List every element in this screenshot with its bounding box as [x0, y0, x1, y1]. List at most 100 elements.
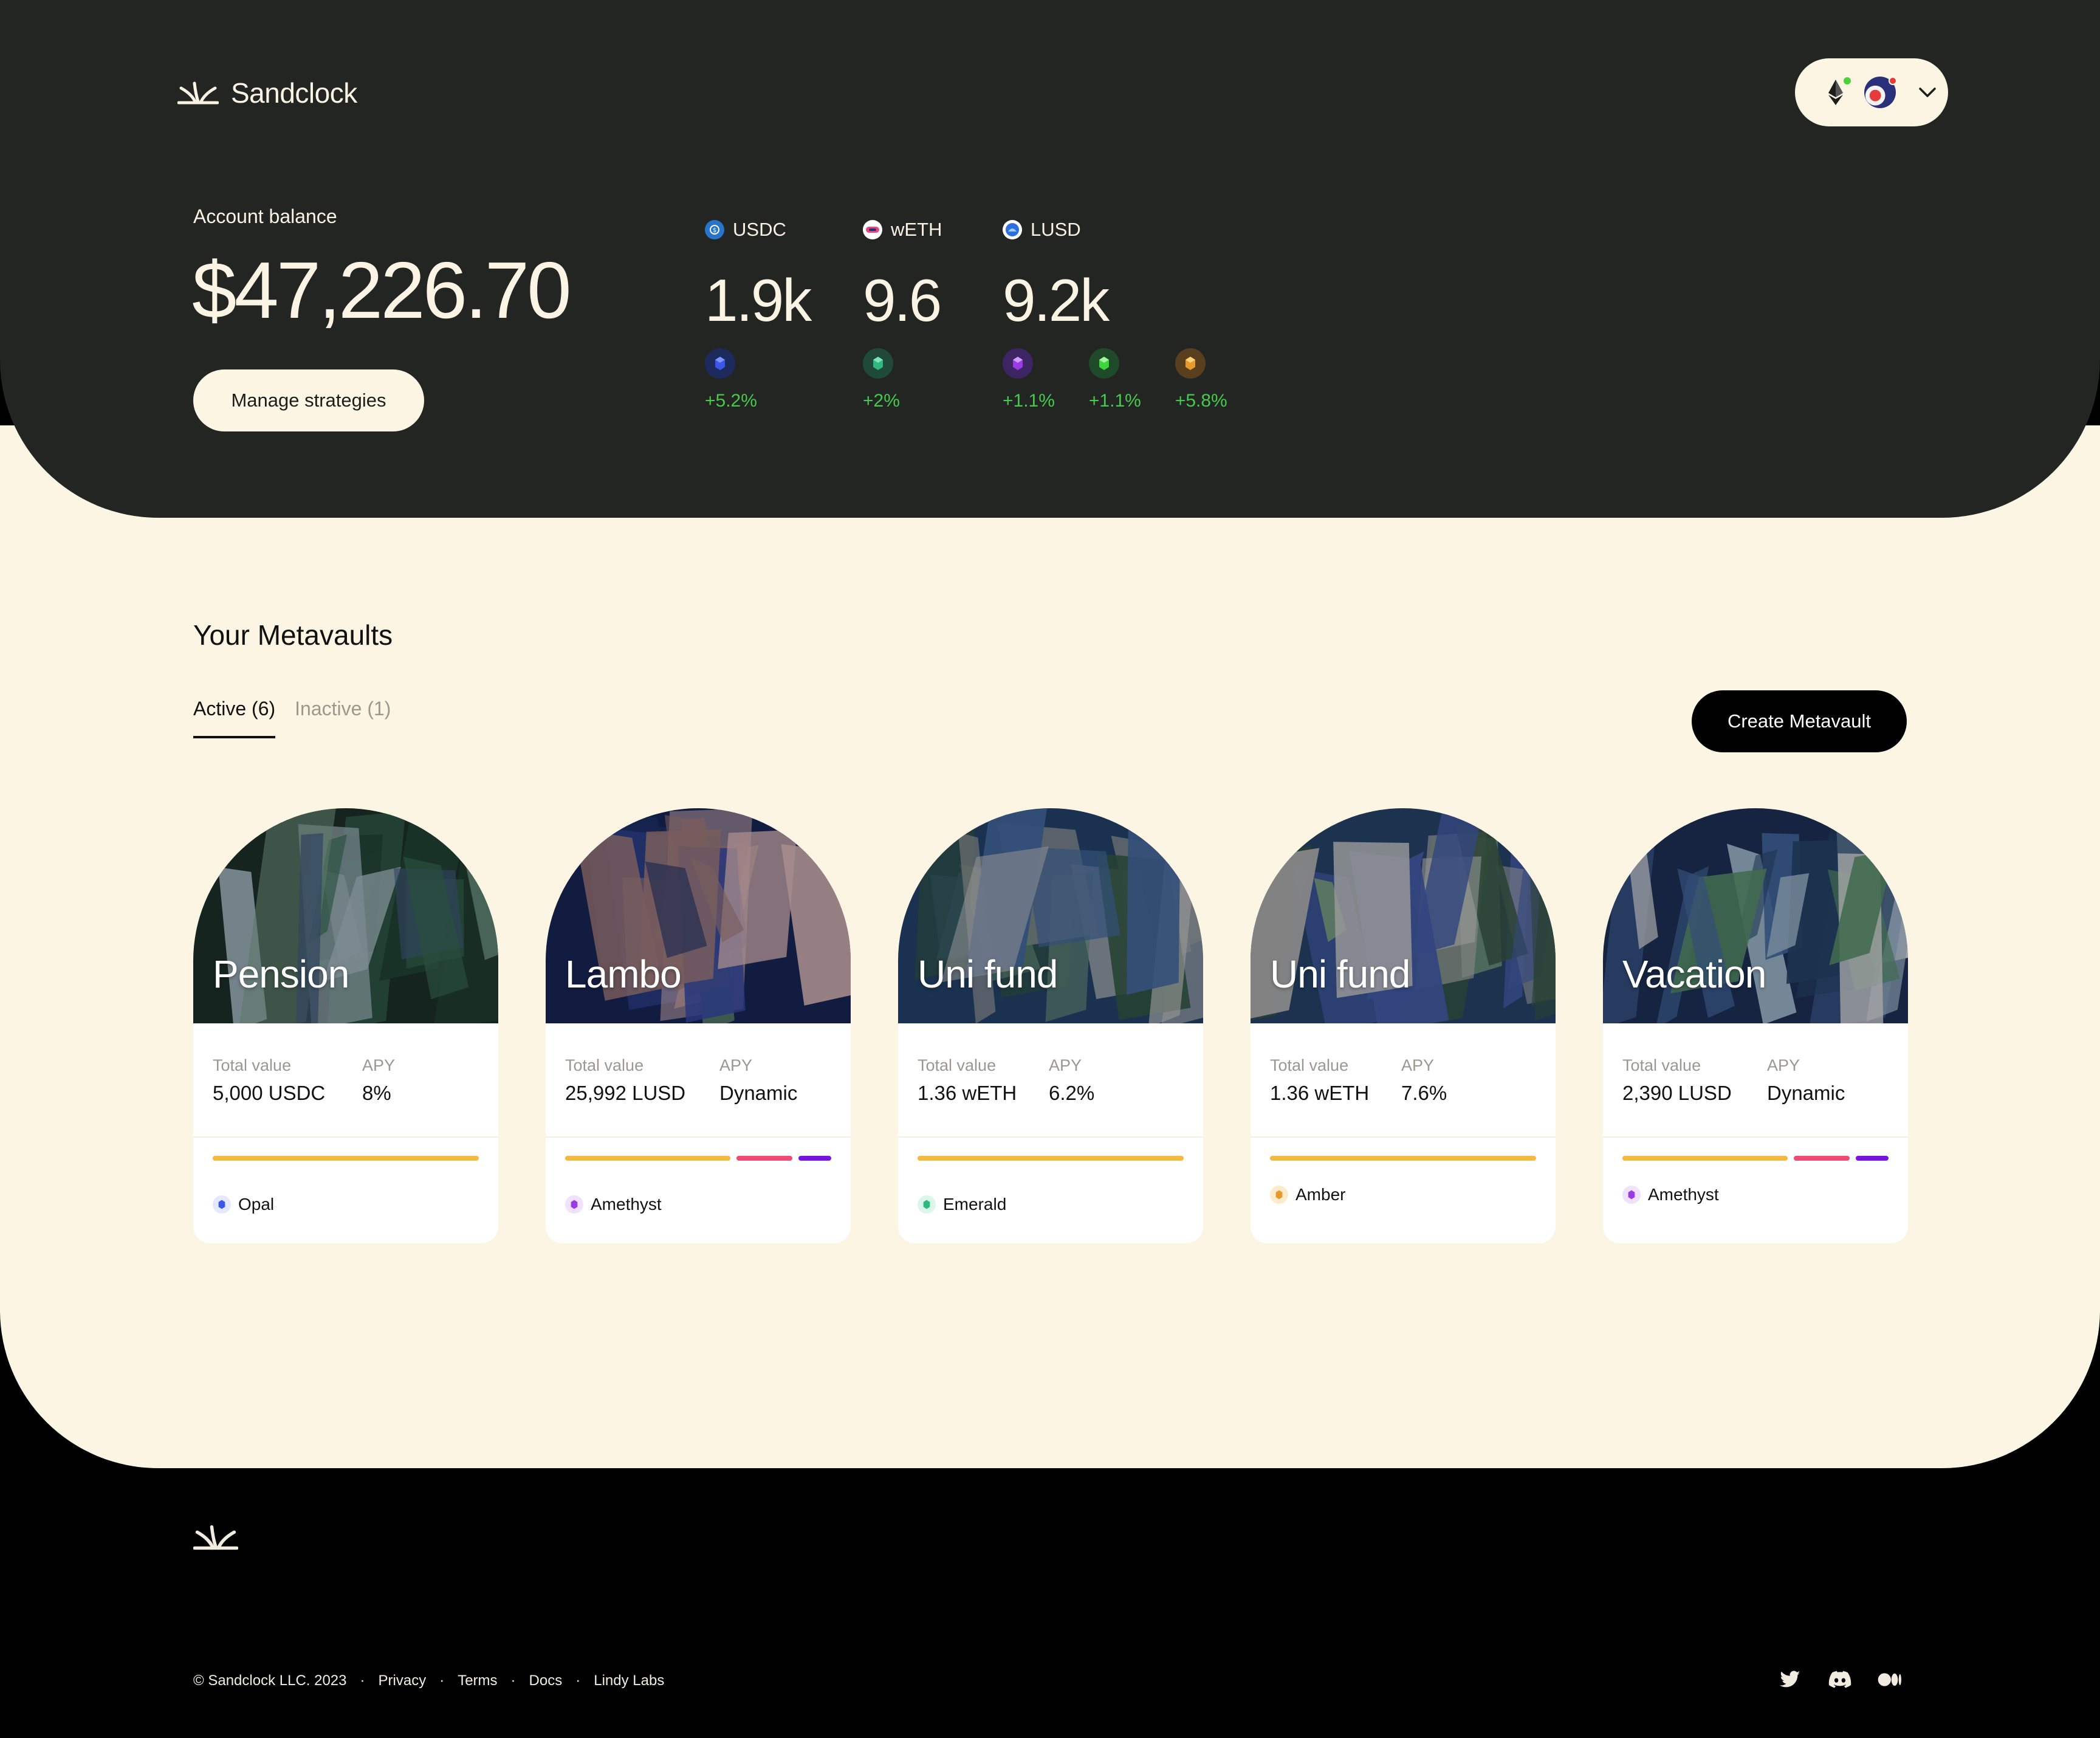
token-symbol: USDC — [733, 219, 786, 240]
opal-gem-icon — [213, 1195, 231, 1214]
gem-stat: +5.8% — [1175, 348, 1227, 411]
gem-tag: Opal — [213, 1195, 274, 1214]
emerald-gem-icon — [863, 348, 893, 379]
manage-strategies-button[interactable]: Manage strategies — [193, 369, 424, 431]
svg-text:$: $ — [713, 227, 716, 234]
metavault-card[interactable]: Vacation Total value APY 2,390 LUSD Dyna… — [1603, 808, 1908, 1243]
footer-links: © Sandclock LLC. 2023 · Privacy · Terms … — [193, 1672, 665, 1689]
card-divider — [1603, 1136, 1908, 1138]
gem-stat: +1.1% — [1003, 348, 1055, 411]
account-balance-label: Account balance — [193, 205, 337, 227]
allocation-segment — [736, 1156, 792, 1161]
metavault-card[interactable]: Lambo Total value APY 25,992 LUSD Dynami… — [546, 808, 851, 1243]
medium-icon[interactable] — [1878, 1668, 1902, 1692]
gem-tag: Emerald — [918, 1195, 1006, 1214]
tab-active[interactable]: Active (6) — [193, 698, 276, 738]
account-balance-value: $47,226.70 — [192, 246, 572, 335]
metavault-card[interactable]: Pension Total value APY 5,000 USDC 8% Op… — [193, 808, 498, 1243]
wallet-menu-button[interactable] — [1795, 58, 1948, 126]
gem-change: +2% — [863, 391, 900, 411]
amber-gem-icon — [1270, 1186, 1288, 1204]
metavault-name: Lambo — [565, 952, 682, 996]
total-value: 5,000 USDC — [213, 1082, 326, 1104]
create-metavault-button[interactable]: Create Metavault — [1692, 690, 1907, 752]
metavault-card[interactable]: Uni fund Total value APY 1.36 wETH 7.6% … — [1251, 808, 1556, 1243]
amethyst-gem-icon — [1003, 348, 1033, 379]
total-value-label: Total value — [1622, 1056, 1701, 1074]
gem-change: +5.8% — [1175, 391, 1227, 411]
token-symbol: LUSD — [1031, 219, 1081, 240]
gem-stat: +1.1% — [1088, 348, 1141, 411]
allocation-bar — [918, 1156, 1184, 1161]
token-amount: 9.6 — [863, 267, 942, 334]
metavault-card[interactable]: Uni fund Total value APY 1.36 wETH 6.2% … — [898, 808, 1203, 1243]
metavault-name: Pension — [213, 952, 349, 996]
total-value-label: Total value — [1270, 1056, 1349, 1074]
gem-stat: +5.2% — [705, 348, 757, 411]
metavault-cards: Pension Total value APY 5,000 USDC 8% Op… — [193, 808, 1908, 1243]
allocation-segment — [918, 1156, 1184, 1161]
footer-link-docs[interactable]: Docs — [529, 1672, 563, 1689]
token-amount: 1.9k — [705, 267, 812, 334]
ethereum-network-icon — [1819, 76, 1852, 109]
metavault-tabs: Active (6) Inactive (1) — [193, 698, 391, 738]
footer-link-privacy[interactable]: Privacy — [379, 1672, 427, 1689]
gem-name: Amethyst — [1648, 1185, 1719, 1204]
allocation-segment — [798, 1156, 831, 1161]
total-value-label: Total value — [918, 1056, 997, 1074]
main-content: Your Metavaults Active (6) Inactive (1) … — [0, 425, 2100, 1468]
emerald-gem-icon — [918, 1195, 936, 1214]
token-weth: wETH 9.6 +2% — [863, 219, 942, 411]
discord-icon[interactable] — [1828, 1668, 1852, 1692]
total-value-label: Total value — [213, 1056, 292, 1074]
apy-label: APY — [1767, 1056, 1800, 1074]
token-lusd: LUSD 9.2k +1.1% +1.1% +5.8% — [1003, 219, 1227, 411]
amethyst-gem-icon — [565, 1195, 583, 1214]
tab-inactive[interactable]: Inactive (1) — [295, 698, 391, 738]
copyright: © Sandclock LLC. 2023 — [193, 1672, 347, 1689]
allocation-bar — [1622, 1156, 1889, 1161]
twitter-icon[interactable] — [1778, 1668, 1802, 1692]
allocation-bar — [565, 1156, 831, 1161]
footer-link-terms[interactable]: Terms — [458, 1672, 497, 1689]
brand-name: Sandclock — [231, 77, 357, 109]
apy-label: APY — [362, 1056, 396, 1074]
apy-value: 6.2% — [1049, 1082, 1095, 1104]
allocation-segment — [1270, 1156, 1536, 1161]
apy-value: Dynamic — [719, 1082, 798, 1104]
gem-change: +1.1% — [1003, 391, 1055, 411]
gem-name: Amethyst — [591, 1195, 662, 1214]
emerald-gem-icon — [1088, 348, 1119, 379]
allocation-segment — [1856, 1156, 1889, 1161]
metavault-name: Vacation — [1622, 952, 1766, 996]
footer-link-lindy-labs[interactable]: Lindy Labs — [594, 1672, 664, 1689]
token-amount: 9.2k — [1003, 267, 1110, 334]
opal-gem-icon — [705, 348, 735, 379]
gem-name: Opal — [238, 1195, 275, 1214]
card-divider — [546, 1136, 851, 1138]
total-value: 2,390 LUSD — [1622, 1082, 1732, 1104]
total-value: 1.36 wETH — [918, 1082, 1017, 1104]
chevron-down-icon — [1915, 80, 1940, 105]
total-value: 25,992 LUSD — [565, 1082, 686, 1104]
footer-logo-icon[interactable] — [193, 1524, 239, 1554]
total-value-label: Total value — [565, 1056, 644, 1074]
gem-change: +1.1% — [1088, 391, 1141, 411]
gem-name: Emerald — [943, 1195, 1007, 1214]
gem-change: +5.2% — [705, 391, 757, 411]
usdc-icon: $ — [705, 220, 724, 239]
card-divider — [1251, 1136, 1556, 1138]
gem-tag: Amber — [1270, 1185, 1345, 1204]
brand-logo[interactable]: Sandclock — [177, 77, 357, 109]
gem-name: Amber — [1295, 1185, 1346, 1204]
allocation-segment — [1794, 1156, 1850, 1161]
metavault-name: Uni fund — [1270, 952, 1410, 996]
amber-gem-icon — [1175, 348, 1206, 379]
apy-value: 7.6% — [1401, 1082, 1447, 1104]
amethyst-gem-icon — [1622, 1186, 1641, 1204]
user-avatar — [1864, 77, 1897, 108]
allocation-segment — [1622, 1156, 1788, 1161]
token-symbol: wETH — [891, 219, 942, 240]
apy-label: APY — [1049, 1056, 1082, 1074]
metavault-name: Uni fund — [918, 952, 1058, 996]
